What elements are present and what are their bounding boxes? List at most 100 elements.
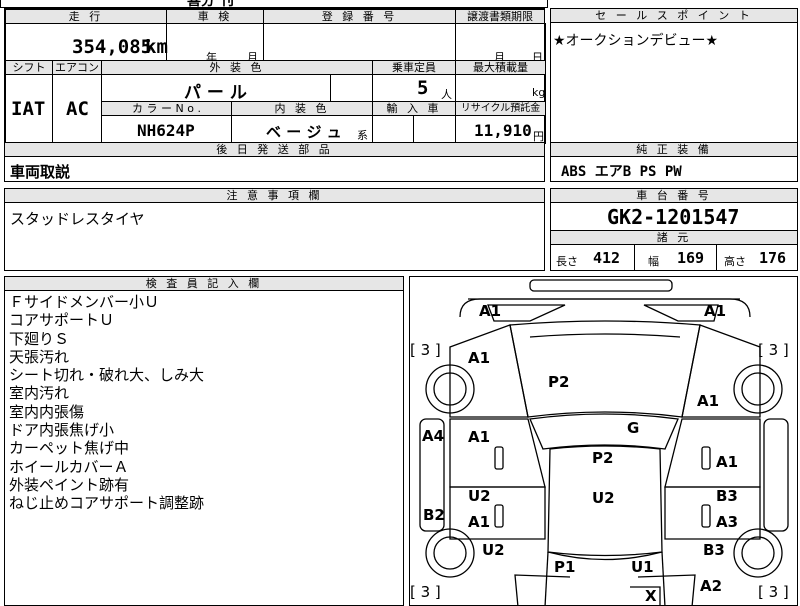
- load-unit: kg: [532, 86, 546, 99]
- exterior-extra-cell: [330, 74, 373, 102]
- label-front-door-right: A1: [716, 453, 739, 471]
- inspector-note: コアサポートＵ: [9, 311, 115, 330]
- label-rear-door-left-a: A1: [468, 513, 491, 531]
- top-strip: 喜分 刊: [0, 0, 548, 9]
- height-cell: 高さ 176: [716, 244, 798, 271]
- standard-equipment-header: 純 正 装 備: [550, 142, 798, 157]
- label-windshield: G: [627, 419, 640, 437]
- label-tread-fr: [ 3 ]: [758, 341, 789, 359]
- label-roof: P2: [592, 449, 614, 467]
- inspector-note: ねじ止めコアサポート調整跡: [9, 494, 205, 513]
- ac-header: エアコン: [52, 60, 102, 75]
- chassis-value: GK2-1201547: [607, 205, 740, 229]
- height-label: 高さ: [724, 255, 746, 268]
- label-fender-left: A1: [468, 349, 491, 367]
- mileage-unit: km: [145, 36, 168, 58]
- interior-cell: ベ ー ジ ュ 系: [231, 115, 373, 144]
- capacity-unit: 人: [441, 88, 452, 101]
- capacity-cell: 5 人: [372, 74, 456, 102]
- length-cell: 長さ 412: [550, 244, 635, 271]
- label-rear-right: U1: [631, 558, 654, 576]
- color-no-cell: NH624P: [101, 115, 232, 144]
- label-front-door-left: A1: [468, 428, 491, 446]
- label-rear-fender-right: B3: [703, 541, 725, 559]
- inspector-note: 室内内張傷: [9, 402, 85, 421]
- label-tread-rl: [ 3 ]: [410, 583, 441, 601]
- inspector-header: 検 査 員 記 入 欄: [4, 276, 404, 291]
- exterior-header: 外 装 色: [101, 60, 373, 75]
- width-label: 幅: [648, 255, 659, 268]
- inspector-section: 検 査 員 記 入 欄 Ｆサイドメンバー小Ｕ コアサポートＵ 下廻りＳ 天張汚れ シート…: [4, 276, 404, 606]
- height-value: 176: [759, 249, 787, 267]
- label-front-left: A1: [479, 302, 502, 320]
- recycle-header: リサイクル預託金: [455, 101, 546, 116]
- exterior-cell: パ ー ル: [101, 74, 331, 103]
- label-rear-left: P1: [554, 558, 576, 576]
- label-left-sill: B2: [423, 506, 445, 524]
- ac-cell: AC: [52, 74, 102, 144]
- exterior-value: パ ー ル: [184, 83, 247, 103]
- inspector-note: ドア内張焦げ小: [9, 421, 115, 440]
- label-front-right: A1: [704, 302, 727, 320]
- standard-equipment-value: ABS エアB PS PW: [561, 164, 682, 180]
- inspector-notes-list: Ｆサイドメンバー小Ｕ コアサポートＵ 下廻りＳ 天張汚れ シート切れ・破れ大、しみ大 室内…: [9, 293, 204, 513]
- inspector-note: 天張汚れ: [9, 347, 70, 366]
- shaken-header: 車 検: [166, 9, 264, 24]
- length-label: 長さ: [556, 255, 578, 268]
- ac-value: AC: [66, 98, 89, 120]
- mileage-value: 354,085: [72, 36, 153, 58]
- later-parts-section: 後 日 発 送 部 品 車両取説: [4, 142, 545, 182]
- color-no-value: NH624P: [137, 121, 195, 140]
- label-rear-door-right-b: B3: [716, 487, 738, 505]
- sales-point-section: セ ー ル ス ポ イ ン ト ★オークションデビュー★: [550, 8, 798, 143]
- label-rear-fender-left: U2: [482, 541, 505, 559]
- later-parts-header: 後 日 発 送 部 品: [4, 142, 545, 157]
- width-cell: 幅 169: [634, 244, 717, 271]
- shift-value: IAT: [11, 98, 46, 120]
- later-parts-value: 車両取説: [10, 163, 71, 181]
- inspector-note: 下廻りＳ: [9, 329, 70, 348]
- width-value: 169: [677, 249, 705, 267]
- caution-header: 注 意 事 項 欄: [4, 188, 545, 203]
- label-tread-fl: [ 3 ]: [410, 341, 441, 359]
- inspector-note: シート切れ・破れ大、しみ大: [9, 366, 205, 385]
- sales-point-value: ★オークションデビュー★: [553, 33, 719, 49]
- shift-cell: IAT: [5, 74, 53, 144]
- interior-value: ベ ー ジ ュ: [266, 123, 342, 141]
- length-value: 412: [593, 249, 621, 267]
- capacity-value: 5: [417, 77, 429, 99]
- maxload-header: 最大積載量: [455, 60, 546, 75]
- interior-header: 内 装 色: [231, 101, 373, 116]
- registration-header: 登 録 番 号: [263, 9, 456, 24]
- import-header: 輸 入 車: [372, 101, 456, 116]
- label-rear-corner-right: A2: [700, 577, 723, 595]
- chassis-header: 車 台 番 号: [550, 188, 798, 203]
- maxload-cell: kg: [455, 74, 546, 102]
- inspector-note: カーペット焦げ中: [9, 439, 130, 458]
- caution-section: 注 意 事 項 欄 スタッドレスタイヤ: [4, 188, 545, 271]
- label-tread-rr: [ 3 ]: [758, 583, 789, 601]
- interior-suffix: 系: [357, 129, 368, 142]
- label-rear-door-left-u: U2: [468, 487, 491, 505]
- mileage-header: 走 行: [5, 9, 167, 24]
- recycle-cell: 11,910 円: [455, 115, 546, 144]
- label-hood: P2: [548, 373, 570, 391]
- label-rear-bottom: X: [645, 587, 657, 605]
- inspector-note: 外装ペイント跡有: [9, 475, 130, 494]
- import-cell-b: [413, 115, 456, 144]
- sales-point-header: セ ー ル ス ポ イ ン ト: [550, 8, 798, 23]
- caution-value: スタッドレスタイヤ: [10, 210, 145, 228]
- label-left-side: A4: [422, 427, 445, 445]
- label-rear-door-right-a: A3: [716, 513, 739, 531]
- recycle-value: 11,910: [474, 121, 532, 140]
- shift-header: シフト: [5, 60, 53, 75]
- label-rear-seat: U2: [592, 489, 615, 507]
- chassis-section: 車 台 番 号 GK2-1201547 諸 元 長さ 412 幅 169 高さ …: [550, 188, 798, 271]
- dimensions-header: 諸 元: [550, 230, 798, 245]
- capacity-header: 乗車定員: [372, 60, 456, 75]
- label-fender-right: A1: [697, 392, 720, 410]
- inspector-note: Ｆサイドメンバー小Ｕ: [9, 293, 160, 311]
- color-no-header: カ ラ ー N o .: [101, 101, 232, 116]
- inspector-note: ホイールカバーＡ: [9, 457, 129, 476]
- import-cell-a: [372, 115, 414, 144]
